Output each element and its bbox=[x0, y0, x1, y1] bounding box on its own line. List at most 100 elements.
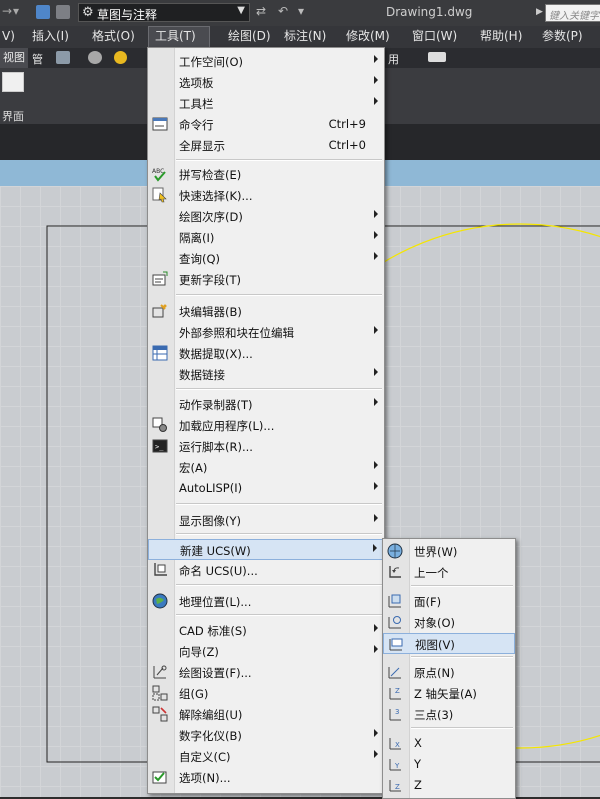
tools-menu-item-9[interactable]: 隔离(I) bbox=[148, 227, 384, 248]
named-ucs-icon bbox=[152, 562, 168, 578]
ucs-view-icon bbox=[388, 636, 404, 652]
ribbon-tab-manage[interactable]: 管 bbox=[32, 51, 43, 67]
qa-caret-icon[interactable]: ▾ bbox=[298, 4, 304, 18]
ribbon-panel: 界面 bbox=[0, 68, 147, 124]
menu-tools[interactable]: 工具(T) bbox=[148, 26, 210, 48]
ribbon-tab-view[interactable]: 视图 bbox=[0, 48, 28, 68]
ribbon-sun-icon[interactable] bbox=[114, 51, 127, 64]
run-script-icon: >_ bbox=[152, 438, 168, 454]
ucs-y-icon: Y bbox=[387, 756, 403, 772]
menu-separator bbox=[176, 533, 382, 535]
tools-menu-item-15[interactable]: 数据链接 bbox=[148, 364, 384, 385]
ribbon-toggle-icon[interactable] bbox=[428, 52, 446, 62]
ucs-submenu-item-label: 面(F) bbox=[414, 595, 442, 609]
tools-menu-item-23[interactable]: 命名 UCS(U)... bbox=[148, 560, 384, 581]
tools-menu-item-4[interactable]: 命令行 Ctrl+9 bbox=[148, 114, 384, 135]
print-icon[interactable] bbox=[56, 5, 70, 19]
expand-icon[interactable]: ▶ bbox=[536, 7, 543, 17]
tools-menu-item-2[interactable]: 选项板 bbox=[148, 72, 384, 93]
tools-menu-item-3[interactable]: 工具栏 bbox=[148, 93, 384, 114]
share-icon[interactable]: ⇄ bbox=[256, 4, 266, 18]
tools-menu-item-label: 地理位置(L)... bbox=[179, 595, 252, 609]
tools-menu-item-20[interactable]: AutoLISP(I) bbox=[148, 478, 384, 499]
tools-menu-item-5[interactable]: 全屏显示 Ctrl+0 bbox=[148, 135, 384, 156]
tools-menu-item-6[interactable]: ABC 拼写检查(E) bbox=[148, 164, 384, 185]
undo-icon[interactable]: ↶ bbox=[278, 4, 288, 18]
tools-menu-item-17[interactable]: 加载应用程序(L)... bbox=[148, 415, 384, 436]
tools-menu-item-label: 外部参照和块在位编辑 bbox=[179, 326, 294, 340]
tools-menu-item-label: 全屏显示 bbox=[179, 139, 225, 153]
ribbon-app-icon[interactable] bbox=[56, 51, 70, 64]
tools-menu-item-25[interactable]: CAD 标准(S) bbox=[148, 620, 384, 641]
ucs-submenu-item-7[interactable]: Z Z 轴矢量(A) bbox=[383, 683, 515, 704]
tools-menu-item-label: 更新字段(T) bbox=[179, 273, 241, 287]
tools-menu-item-21[interactable]: 显示图像(Y) bbox=[148, 510, 384, 531]
tools-menu-item-32[interactable]: 选项(N)... bbox=[148, 767, 384, 788]
command-line-icon bbox=[152, 116, 168, 132]
ucs-submenu-item-1[interactable]: 世界(W) bbox=[383, 541, 515, 562]
menu-modify[interactable]: 修改(M) bbox=[340, 26, 396, 48]
ucs-submenu-item-label: 世界(W) bbox=[414, 545, 458, 559]
ucs-submenu-item-4[interactable]: 对象(O) bbox=[383, 612, 515, 633]
dropdown-caret-icon[interactable]: ▾ bbox=[13, 4, 19, 18]
svg-text:Z: Z bbox=[395, 783, 400, 791]
ucs-submenu-item-6[interactable]: 原点(N) bbox=[383, 662, 515, 683]
tools-menu-item-10[interactable]: 查询(Q) bbox=[148, 248, 384, 269]
menu-insert[interactable]: 插入(I) bbox=[26, 26, 75, 48]
ucs-submenu-item-9[interactable]: XX bbox=[383, 733, 515, 754]
tools-menu-item-7[interactable]: 快速选择(K)... bbox=[148, 185, 384, 206]
tools-menu-item-13[interactable]: 外部参照和块在位编辑 bbox=[148, 322, 384, 343]
menu-separator bbox=[176, 388, 382, 390]
back-arrow-icon[interactable]: → bbox=[2, 4, 12, 18]
tools-menu-item-28[interactable]: 组(G) bbox=[148, 683, 384, 704]
menu-view[interactable]: V) bbox=[0, 26, 21, 48]
submenu-arrow-icon bbox=[374, 231, 378, 239]
menu-parametric[interactable]: 参数(P) bbox=[536, 26, 589, 48]
workspace-combo[interactable]: ⚙ 草图与注释 ▼ bbox=[78, 3, 250, 22]
tools-menu-item-label: 组(G) bbox=[179, 687, 209, 701]
tools-menu-item-1[interactable]: 工作空间(O) bbox=[148, 51, 384, 72]
search-input[interactable]: 键入关键字 bbox=[545, 4, 600, 22]
tools-menu-item-label: 选项(N)... bbox=[179, 771, 231, 785]
ucs-submenu-item-label: 三点(3) bbox=[414, 708, 454, 722]
tools-menu-item-14[interactable]: 数据提取(X)... bbox=[148, 343, 384, 364]
menu-help[interactable]: 帮助(H) bbox=[474, 26, 528, 48]
tools-menu-item-8[interactable]: 绘图次序(D) bbox=[148, 206, 384, 227]
ribbon-teapot-icon[interactable] bbox=[88, 51, 102, 64]
tools-menu-item-27[interactable]: 绘图设置(F)... bbox=[148, 662, 384, 683]
ucs-submenu-item-label: Y bbox=[414, 757, 422, 771]
ucs-submenu-item-2[interactable]: 上一个 bbox=[383, 562, 515, 583]
ribbon-tab-use[interactable]: 用 bbox=[388, 51, 399, 67]
tools-menu-item-16[interactable]: 动作录制器(T) bbox=[148, 394, 384, 415]
ucs-submenu-item-11[interactable]: ZZ bbox=[383, 775, 515, 796]
save-icon[interactable] bbox=[36, 5, 50, 19]
submenu-arrow-icon bbox=[374, 624, 378, 632]
ucs-submenu-item-5[interactable]: 视图(V) bbox=[383, 633, 515, 654]
submenu-arrow-icon bbox=[374, 326, 378, 334]
tools-menu-item-11[interactable]: 更新字段(T) bbox=[148, 269, 384, 290]
ucs-world-icon bbox=[387, 543, 403, 559]
tools-menu-item-18[interactable]: >_ 运行脚本(R)... bbox=[148, 436, 384, 457]
menu-format[interactable]: 格式(O) bbox=[86, 26, 141, 48]
submenu-arrow-icon bbox=[373, 544, 377, 552]
ucs-submenu-item-10[interactable]: YY bbox=[383, 754, 515, 775]
tools-menu-item-31[interactable]: 自定义(C) bbox=[148, 746, 384, 767]
tools-menu-item-29[interactable]: 解除编组(U) bbox=[148, 704, 384, 725]
ucs-submenu-item-3[interactable]: 面(F) bbox=[383, 591, 515, 612]
submenu-arrow-icon bbox=[374, 750, 378, 758]
tools-menu-item-24[interactable]: 地理位置(L)... bbox=[148, 591, 384, 612]
spell-check-icon: ABC bbox=[152, 166, 168, 182]
ucs-submenu-item-8[interactable]: 3 三点(3) bbox=[383, 704, 515, 725]
tools-menu-item-30[interactable]: 数字化仪(B) bbox=[148, 725, 384, 746]
tools-menu-item-19[interactable]: 宏(A) bbox=[148, 457, 384, 478]
tools-menu-item-22[interactable]: 新建 UCS(W) bbox=[148, 539, 384, 560]
menu-window[interactable]: 窗口(W) bbox=[406, 26, 463, 48]
menu-dimension[interactable]: 标注(N) bbox=[278, 26, 332, 48]
user-interface-icon[interactable] bbox=[2, 72, 24, 92]
tools-menu-item-26[interactable]: 向导(Z) bbox=[148, 641, 384, 662]
tools-menu-item-12[interactable]: 块编辑器(B) bbox=[148, 301, 384, 322]
submenu-arrow-icon bbox=[374, 210, 378, 218]
menu-draw[interactable]: 绘图(D) bbox=[222, 26, 277, 48]
menu-separator bbox=[176, 503, 382, 505]
submenu-arrow-icon bbox=[374, 368, 378, 376]
